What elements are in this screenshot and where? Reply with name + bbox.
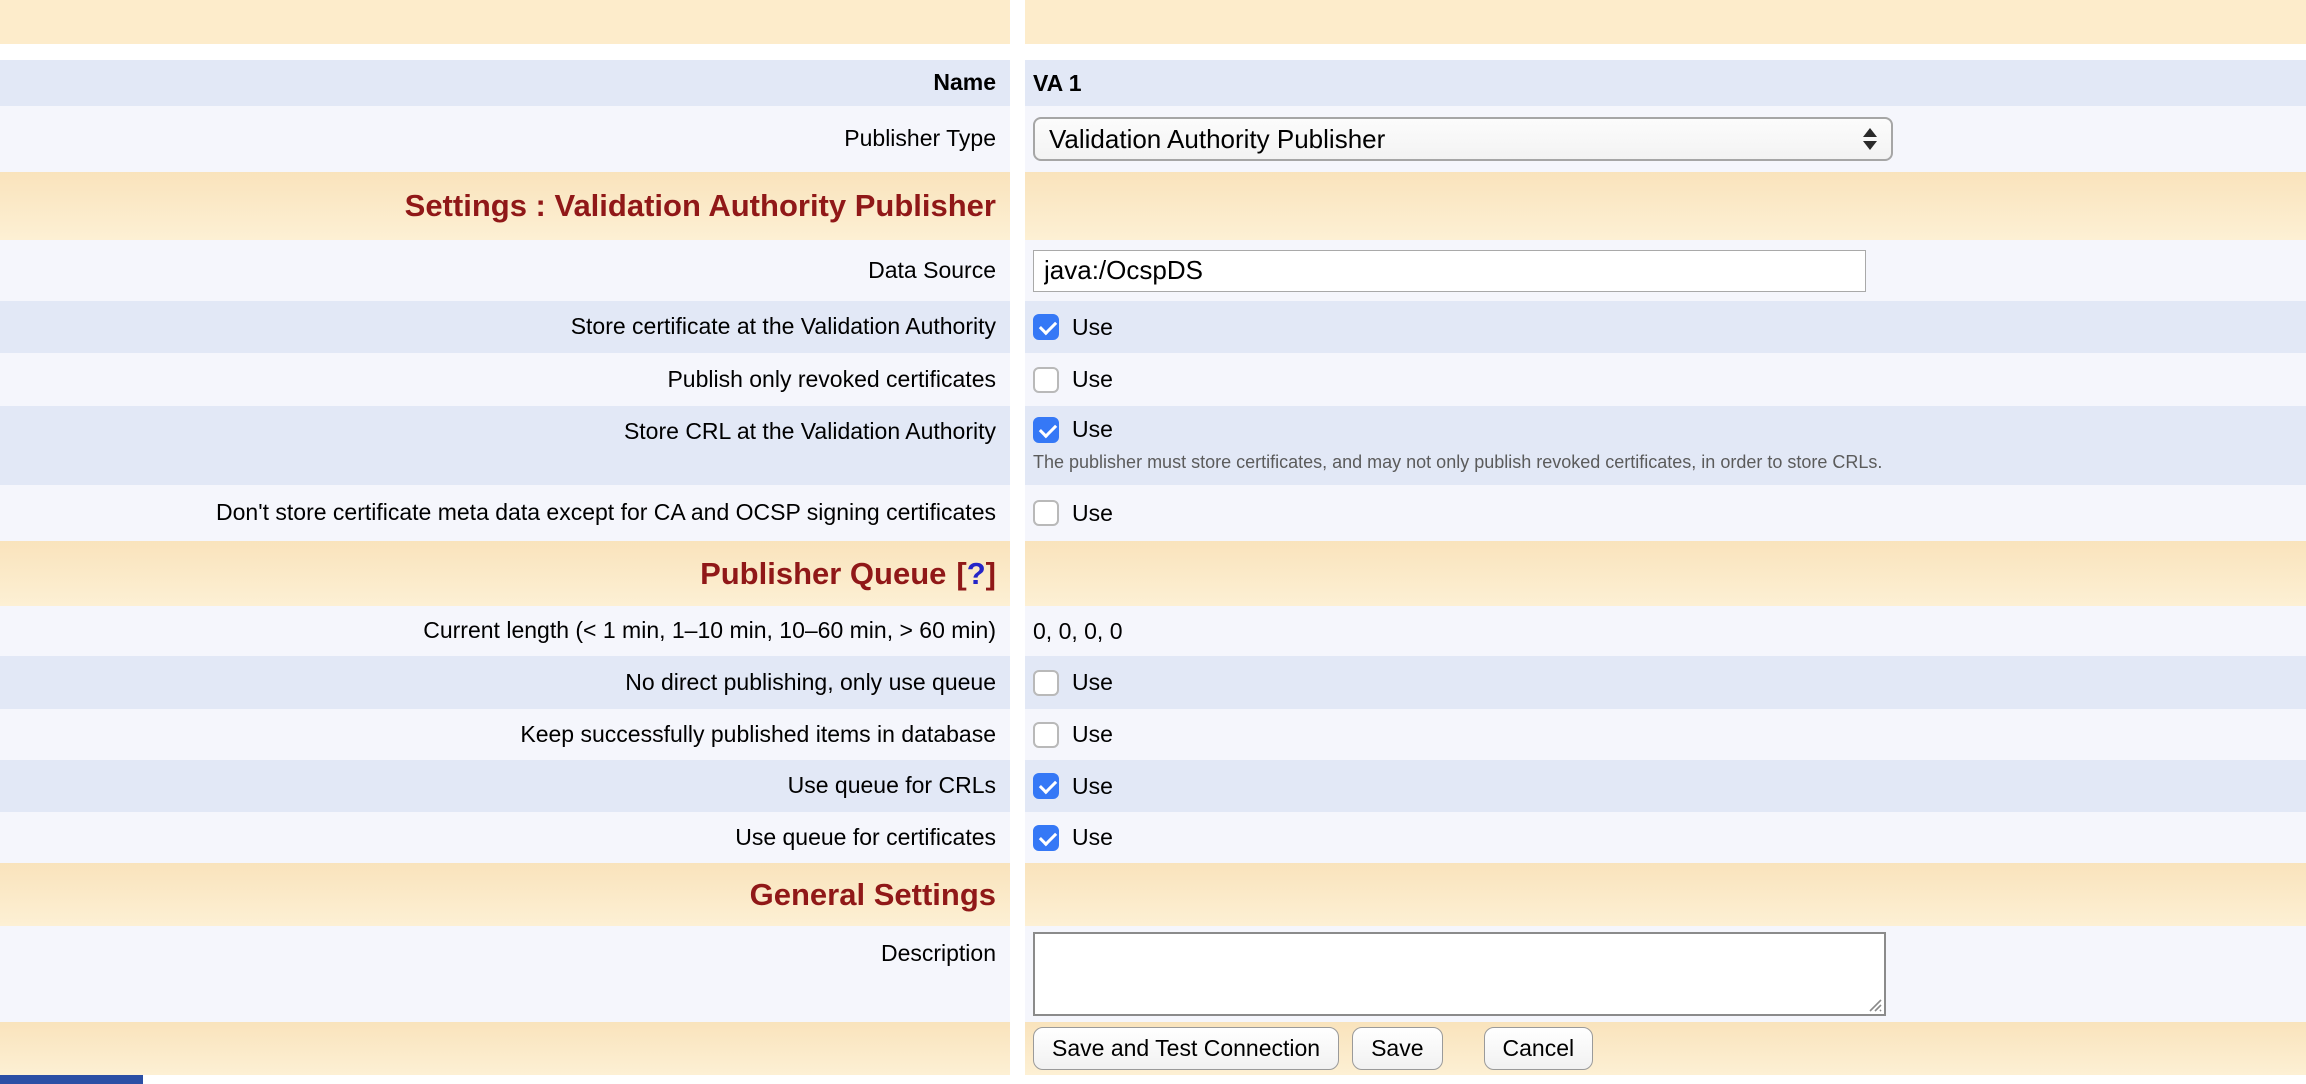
store-certificate-checkbox-label: Use [1072,314,1113,341]
use-queue-certificates-checkbox-label: Use [1072,824,1113,851]
publish-only-revoked-checkbox[interactable] [1033,367,1059,393]
store-crl-label: Store CRL at the Validation Authority [624,418,996,446]
top-header-strip [0,0,2306,44]
save-and-test-connection-button[interactable]: Save and Test Connection [1033,1027,1339,1070]
keep-published-checkbox[interactable] [1033,722,1059,748]
help-bracket-close: ] [986,556,996,592]
page-footer-row [0,1075,2306,1084]
resize-grip-icon[interactable] [1865,995,1883,1013]
store-crl-checkbox-label: Use [1072,416,1113,443]
publish-only-revoked-label: Publish only revoked certificates [667,366,996,394]
top-header-strip-left [0,0,1010,44]
data-source-label: Data Source [868,257,996,285]
description-textarea[interactable] [1033,932,1886,1016]
publisher-type-label: Publisher Type [844,125,996,153]
section-header-publisher-queue: Publisher Queue [?] [0,541,2306,606]
publisher-type-select[interactable]: Validation Authority Publisher [1033,117,1893,161]
section-header-settings: Settings : Validation Authority Publishe… [0,172,2306,240]
data-source-input[interactable] [1033,250,1866,292]
table-row-buttons: Save and Test Connection Save Cancel [0,1022,2306,1075]
table-row-publish-only-revoked: Publish only revoked certificates Use [0,353,2306,406]
use-queue-certificates-label: Use queue for certificates [735,824,996,852]
keep-published-checkbox-label: Use [1072,721,1113,748]
use-queue-crls-checkbox-label: Use [1072,773,1113,800]
section-header-general-settings: General Settings [0,863,2306,926]
footer-blue-strip [0,1075,143,1084]
current-length-label: Current length (< 1 min, 1–10 min, 10–60… [423,617,996,645]
table-row-use-queue-crls: Use queue for CRLs Use [0,760,2306,812]
table-row-dont-store-meta: Don't store certificate meta data except… [0,485,2306,541]
store-crl-checkbox[interactable] [1033,417,1059,443]
name-label: Name [933,69,996,97]
name-value: VA 1 [1033,70,1082,97]
general-settings-header-title: General Settings [750,877,996,913]
use-queue-crls-label: Use queue for CRLs [788,772,996,800]
table-row-store-certificate: Store certificate at the Validation Auth… [0,301,2306,353]
select-updown-arrows-icon [1863,128,1877,150]
table-row-use-queue-certificates: Use queue for certificates Use [0,812,2306,863]
no-direct-publishing-checkbox[interactable] [1033,670,1059,696]
store-crl-note: The publisher must store certificates, a… [1033,452,1882,474]
cancel-button[interactable]: Cancel [1484,1027,1594,1070]
use-queue-certificates-checkbox[interactable] [1033,825,1059,851]
table-row-data-source: Data Source [0,240,2306,301]
publisher-queue-help-link[interactable]: ? [967,556,986,592]
table-row-current-length: Current length (< 1 min, 1–10 min, 10–60… [0,606,2306,656]
table-row-name: Name VA 1 [0,60,2306,106]
table-row-no-direct-publishing: No direct publishing, only use queue Use [0,656,2306,709]
no-direct-publishing-label: No direct publishing, only use queue [625,669,996,697]
settings-header-title: Settings : Validation Authority Publishe… [405,188,996,224]
current-length-value: 0, 0, 0, 0 [1033,618,1123,645]
store-certificate-label: Store certificate at the Validation Auth… [571,313,996,341]
edit-publisher-page: Name VA 1 Publisher Type Validation Auth… [0,0,2306,1084]
dont-store-meta-checkbox[interactable] [1033,500,1059,526]
use-queue-crls-checkbox[interactable] [1033,773,1059,799]
help-bracket-open: [ [956,556,966,592]
publish-only-revoked-checkbox-label: Use [1072,366,1113,393]
keep-published-label: Keep successfully published items in dat… [520,721,996,749]
publisher-type-selected-value: Validation Authority Publisher [1049,124,1385,155]
publisher-queue-header-title: Publisher Queue [700,556,946,592]
store-certificate-checkbox[interactable] [1033,314,1059,340]
description-label: Description [881,940,996,968]
no-direct-publishing-checkbox-label: Use [1072,669,1113,696]
table-row-publisher-type: Publisher Type Validation Authority Publ… [0,106,2306,172]
top-header-strip-right [1025,0,2306,44]
save-button[interactable]: Save [1352,1027,1442,1070]
table-row-description: Description [0,926,2306,1022]
table-row-keep-published: Keep successfully published items in dat… [0,709,2306,760]
dont-store-meta-checkbox-label: Use [1072,500,1113,527]
dont-store-meta-label: Don't store certificate meta data except… [216,499,996,527]
table-row-store-crl: Store CRL at the Validation Authority Us… [0,406,2306,485]
table-top-gap [0,44,2306,60]
